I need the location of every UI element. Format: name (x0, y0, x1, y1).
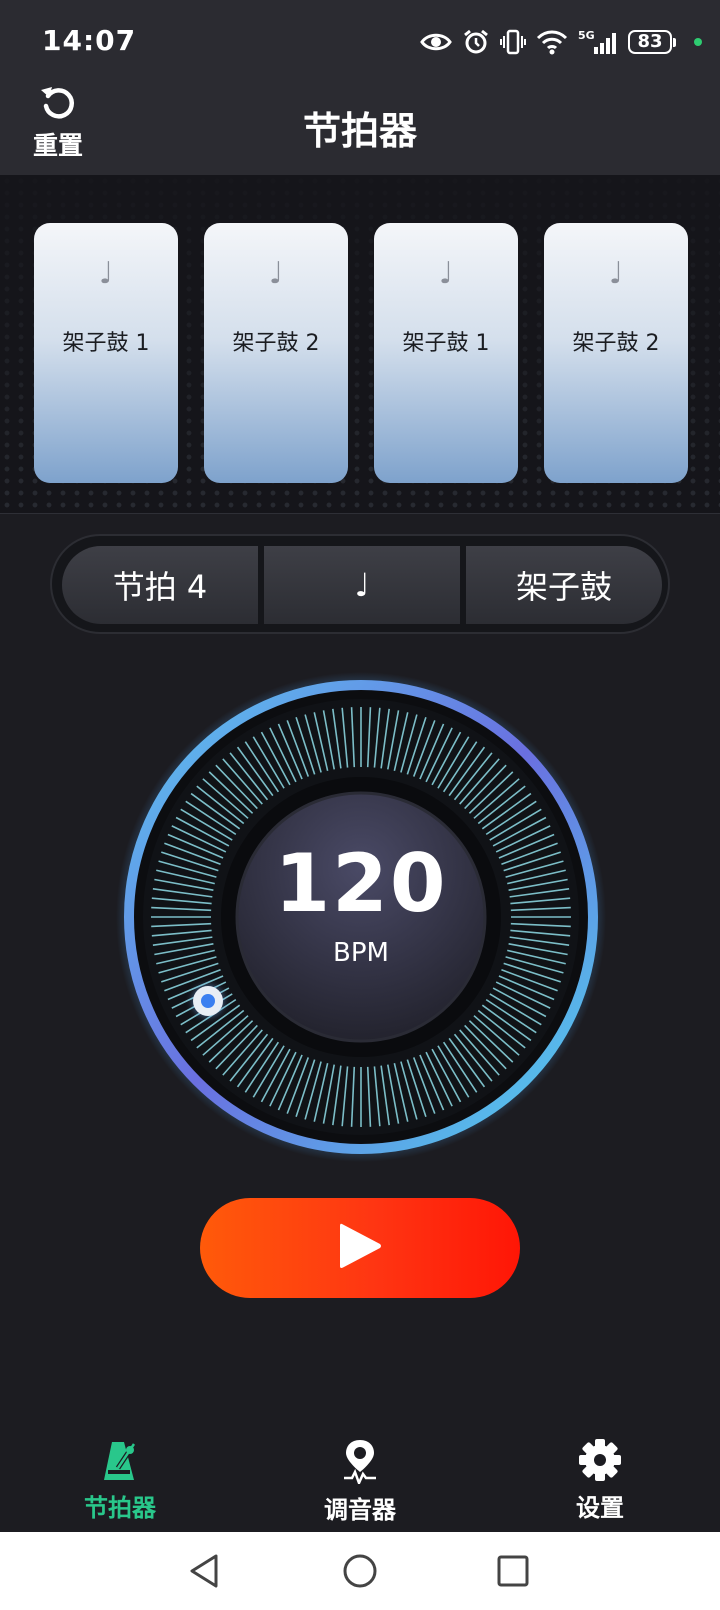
tempo-dial-graphic (116, 672, 606, 1162)
sound-select-button[interactable]: 架子鼓 (466, 546, 662, 624)
beat-card-3[interactable]: ♩ 架子鼓 1 (374, 223, 518, 483)
signal-5g-icon: 5G (578, 28, 618, 56)
play-icon (336, 1220, 384, 1276)
quarter-note-icon: ♩ (98, 256, 114, 291)
battery-indicator: 83 (628, 30, 676, 54)
vibrate-icon (500, 28, 526, 56)
home-circle-icon (335, 1546, 385, 1596)
beats-per-bar-button[interactable]: 节拍 4 (62, 546, 258, 624)
back-triangle-icon (180, 1546, 230, 1596)
status-time: 14:07 (42, 24, 137, 57)
metronome-icon (100, 1438, 140, 1482)
quarter-note-icon: ♩ (608, 256, 624, 291)
system-nav-bar (0, 1532, 720, 1610)
beat-card-2[interactable]: ♩ 架子鼓 2 (204, 223, 348, 483)
privacy-indicator-dot (694, 38, 702, 46)
home-button[interactable] (335, 1546, 385, 1596)
beat-card-4[interactable]: ♩ 架子鼓 2 (544, 223, 688, 483)
beat-label: 架子鼓 1 (62, 331, 150, 356)
eye-icon (420, 30, 452, 54)
status-icons: 5G 83 (420, 22, 702, 62)
wifi-icon (536, 29, 568, 55)
recents-button[interactable] (488, 1546, 538, 1596)
beat-label: 架子鼓 2 (232, 331, 320, 356)
nav-label: 设置 (576, 1494, 624, 1522)
svg-text:5G: 5G (578, 29, 595, 42)
beat-cards: ♩ 架子鼓 1 ♩ 架子鼓 2 ♩ 架子鼓 1 ♩ 架子鼓 2 (34, 223, 688, 483)
nav-label: 节拍器 (84, 1494, 156, 1522)
nav-label: 调音器 (324, 1496, 396, 1524)
recents-square-icon (488, 1546, 538, 1596)
tempo-dial[interactable]: 120 BPM (116, 672, 606, 1162)
beat-card-1[interactable]: ♩ 架子鼓 1 (34, 223, 178, 483)
page-title: 节拍器 (302, 109, 417, 153)
battery-level: 83 (628, 30, 672, 54)
beat-panel: ♩ 架子鼓 1 ♩ 架子鼓 2 ♩ 架子鼓 1 ♩ 架子鼓 2 (0, 175, 720, 514)
play-button[interactable] (200, 1198, 520, 1298)
nav-settings[interactable]: 设置 (530, 1438, 670, 1530)
quarter-note-icon: ♩ (268, 256, 284, 291)
bottom-nav: 节拍器 调音器 设置 (0, 1420, 720, 1532)
beat-label: 架子鼓 1 (402, 331, 490, 356)
settings-strip: 节拍 4 ♩ 架子鼓 (50, 534, 670, 634)
back-button[interactable] (180, 1546, 230, 1596)
beat-label: 架子鼓 2 (572, 331, 660, 356)
gear-icon (578, 1438, 622, 1482)
nav-metronome[interactable]: 节拍器 (50, 1438, 190, 1530)
tuner-icon (342, 1438, 378, 1484)
alarm-icon (462, 28, 490, 56)
nav-tuner[interactable]: 调音器 (290, 1438, 430, 1530)
note-value-button[interactable]: ♩ (264, 546, 460, 624)
quarter-note-icon: ♩ (438, 256, 454, 291)
top-bar: 14:07 5G 83 重置 节拍器 (0, 0, 720, 175)
tempo-dial-handle[interactable] (193, 986, 223, 1016)
